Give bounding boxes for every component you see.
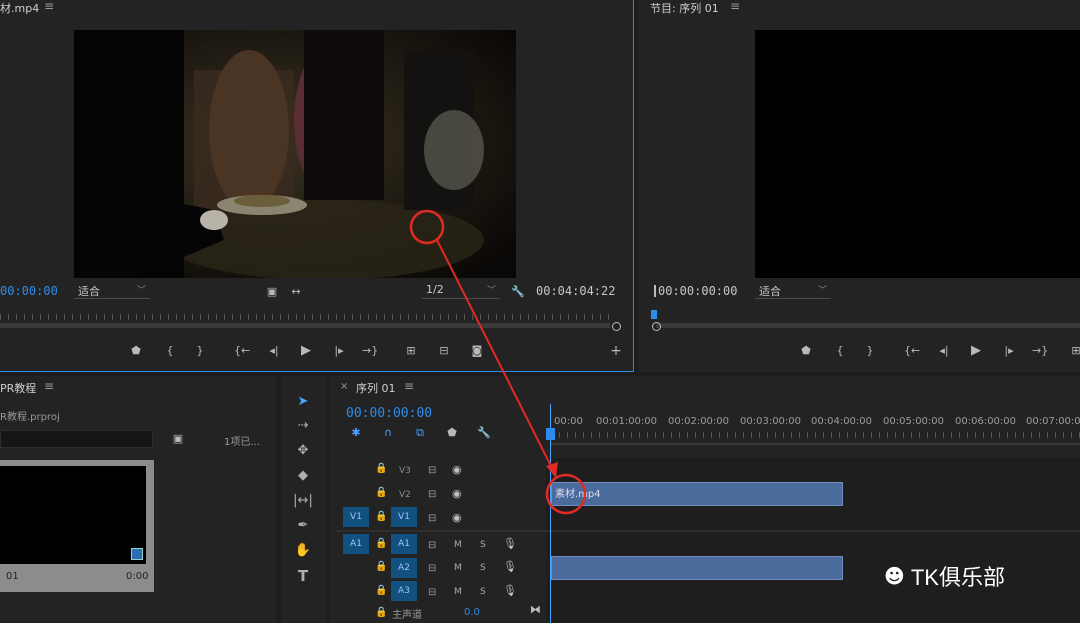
watermark-text: TK俱乐部 [910,565,1005,590]
annotation-overlay [409,209,587,515]
annotation-arrow-line [436,239,554,471]
annotation-arrow-head [546,462,558,478]
wechat-icon: ☻ [884,564,905,588]
annotation-circle-source [409,209,445,245]
watermark: ☻ TK俱乐部 [884,560,1005,592]
annotation-circle-target [545,473,587,515]
